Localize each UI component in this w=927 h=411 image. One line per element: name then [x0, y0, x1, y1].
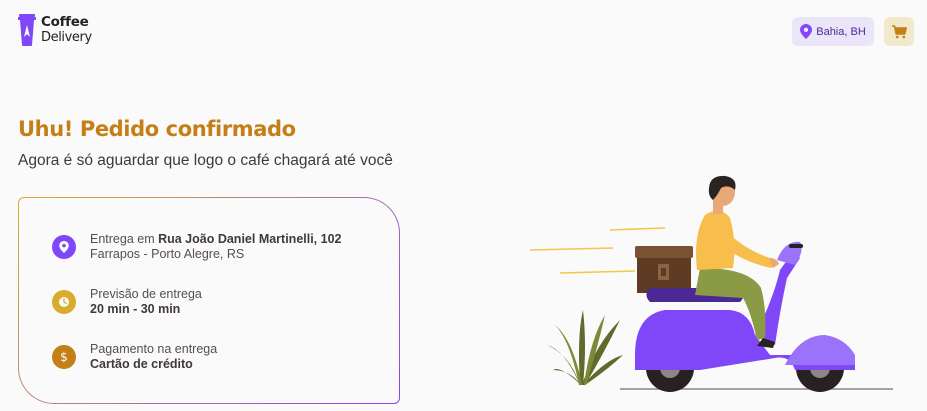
- timer-icon: [52, 290, 76, 314]
- delivery-forecast-info: Previsão de entrega 20 min - 30 min: [52, 287, 202, 317]
- page-title: Uhu! Pedido confirmado: [18, 117, 296, 141]
- location-button[interactable]: Bahia, BH: [792, 17, 874, 46]
- map-pin-icon: [52, 235, 76, 259]
- delivery-prefix: Entrega em: [90, 232, 159, 246]
- page-subtitle: Agora é só aguardar que logo o café chag…: [18, 152, 393, 169]
- logo-line-2: Delivery: [41, 30, 92, 45]
- forecast-value: 20 min - 30 min: [90, 302, 181, 316]
- coffee-cup-logo-icon: [18, 14, 36, 46]
- order-info-card-body: Entrega em Rua João Daniel Martinelli, 1…: [19, 198, 399, 403]
- payment-label: Pagamento na entrega: [90, 342, 218, 356]
- payment-info: $ Pagamento na entrega Cartão de crédito: [52, 342, 217, 372]
- location-label: Bahia, BH: [816, 25, 866, 38]
- payment-text: Pagamento na entrega Cartão de crédito: [90, 342, 217, 372]
- app-header: Coffee Delivery Bahia, BH: [0, 0, 927, 64]
- logo-text: Coffee Delivery: [41, 14, 92, 46]
- delivery-address-text: Entrega em Rua João Daniel Martinelli, 1…: [90, 232, 342, 262]
- payment-value: Cartão de crédito: [90, 357, 193, 371]
- shopping-cart-icon: [891, 24, 907, 38]
- forecast-text: Previsão de entrega 20 min - 30 min: [90, 287, 202, 317]
- delivery-box: [635, 246, 693, 293]
- plant: [547, 310, 623, 385]
- delivery-street: Rua João Daniel Martinelli, 102: [158, 232, 342, 246]
- delivery-address-info: Entrega em Rua João Daniel Martinelli, 1…: [52, 232, 342, 262]
- currency-dollar-icon: $: [52, 345, 76, 369]
- forecast-label: Previsão de entrega: [90, 287, 202, 301]
- logo-line-1: Coffee: [41, 14, 89, 30]
- logo[interactable]: Coffee Delivery: [17, 13, 92, 47]
- order-info-card: Entrega em Rua João Daniel Martinelli, 1…: [18, 197, 400, 404]
- delivery-scooter-illustration: [529, 175, 893, 392]
- delivery-district: Farrapos - Porto Alegre, RS: [90, 247, 245, 261]
- map-pin-icon: [800, 24, 813, 39]
- cart-button[interactable]: [884, 17, 914, 46]
